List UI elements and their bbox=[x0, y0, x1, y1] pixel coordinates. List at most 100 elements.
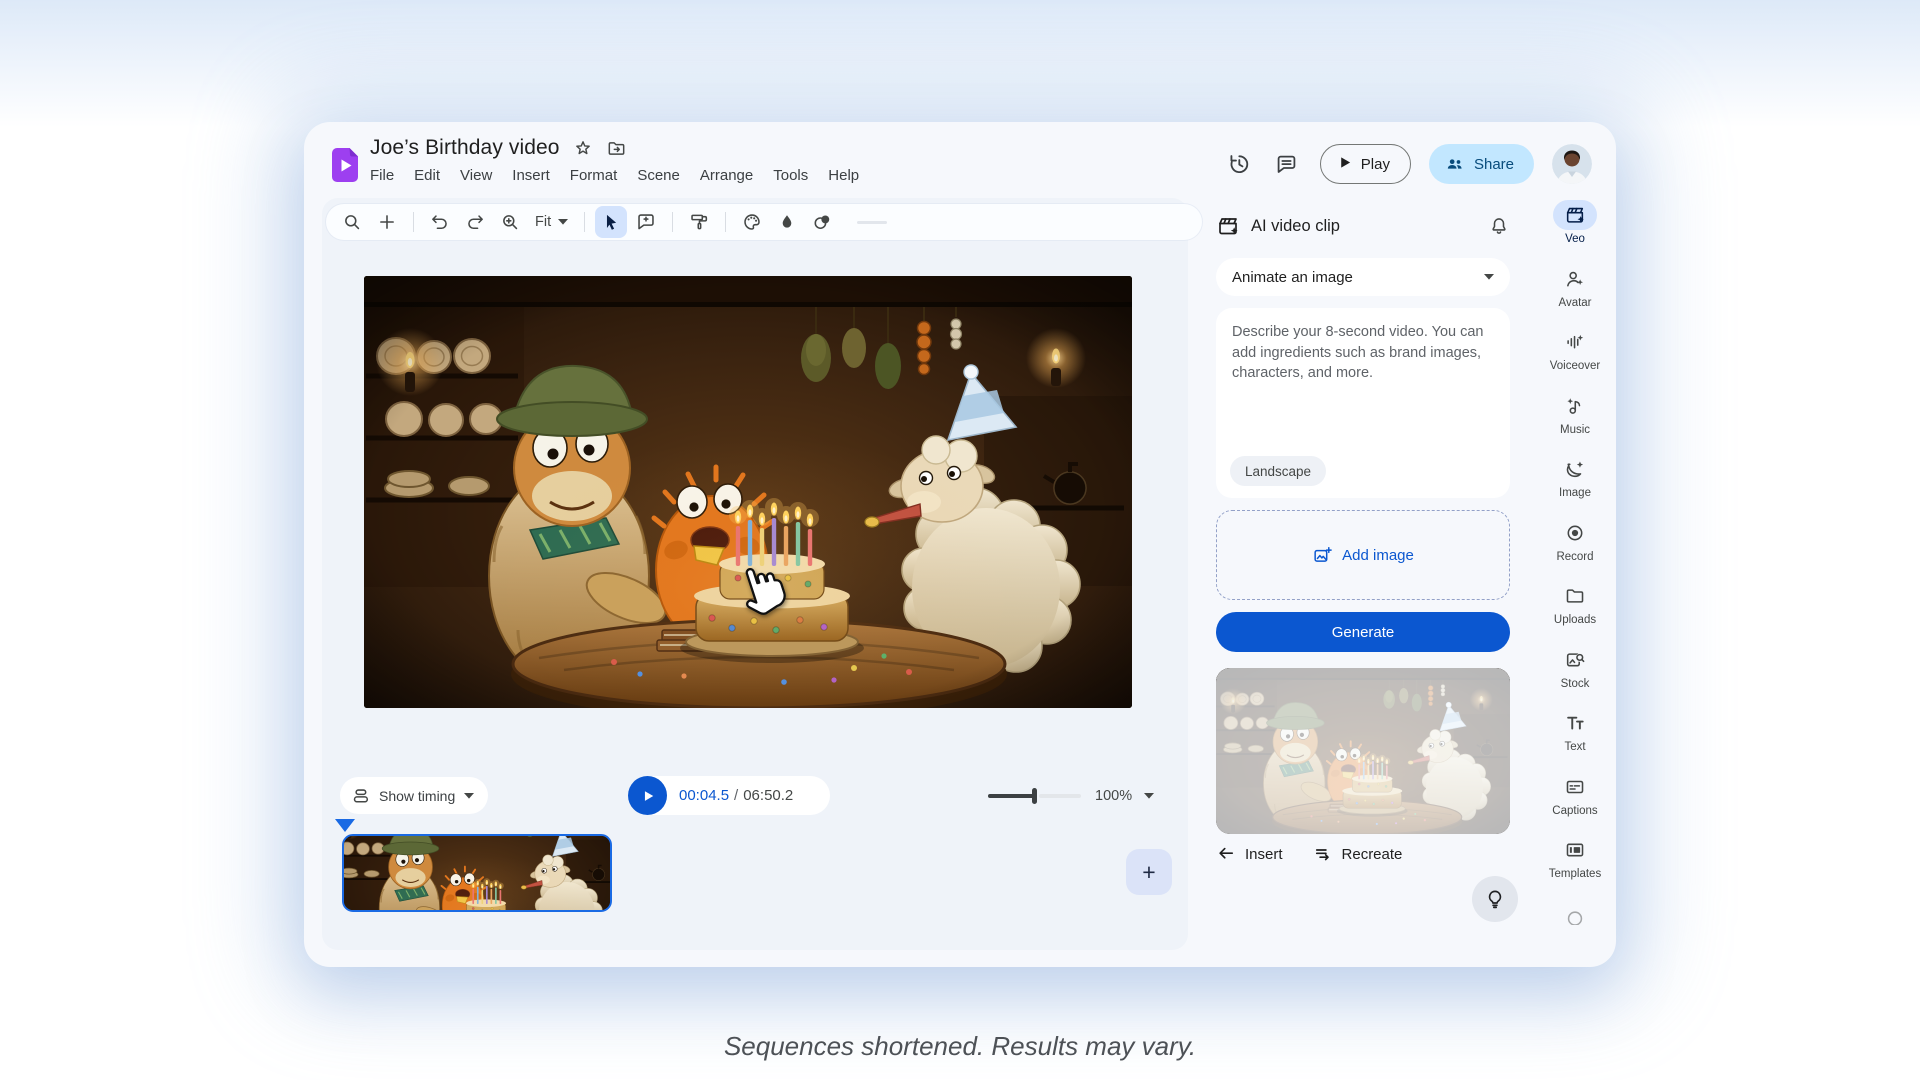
blend-opacity-icon[interactable] bbox=[806, 206, 838, 238]
move-to-folder-icon[interactable] bbox=[606, 138, 627, 159]
timing-list-icon bbox=[352, 787, 370, 805]
preview-actions: Insert Recreate bbox=[1216, 844, 1402, 864]
rail-item-image[interactable]: Image bbox=[1536, 454, 1614, 518]
prompt-input[interactable]: Describe your 8-second video. You can ad… bbox=[1216, 308, 1510, 498]
menu-view[interactable]: View bbox=[460, 167, 492, 184]
add-comment-icon[interactable] bbox=[630, 206, 662, 238]
total-time: 06:50.2 bbox=[743, 787, 793, 804]
video-frame bbox=[364, 276, 1132, 708]
menu-scene[interactable]: Scene bbox=[637, 167, 680, 184]
timeline-zoom-controls: 100% bbox=[988, 776, 1154, 815]
select-tool-icon[interactable] bbox=[595, 206, 627, 238]
rail-item-veo[interactable]: Veo bbox=[1536, 200, 1614, 264]
add-image-button[interactable]: Add image bbox=[1306, 544, 1420, 567]
rail-item-avatar[interactable]: Avatar bbox=[1536, 264, 1614, 328]
format-paint-icon[interactable] bbox=[683, 206, 715, 238]
rail-item-uploads[interactable]: Uploads bbox=[1536, 581, 1614, 645]
add-scene-button[interactable]: + bbox=[1126, 849, 1172, 895]
menu-file[interactable]: File bbox=[370, 167, 394, 184]
play-triangle-icon bbox=[641, 789, 655, 803]
record-icon bbox=[1553, 518, 1597, 548]
page: Joe’s Birthday video File Edit View Inse… bbox=[0, 0, 1920, 1080]
music-note-sparkle-icon bbox=[1553, 391, 1597, 421]
header-actions: Play Share bbox=[1224, 144, 1592, 184]
time-separator: / bbox=[734, 787, 738, 804]
rail-item-partial-icon bbox=[1564, 903, 1586, 929]
menu-tools[interactable]: Tools bbox=[773, 167, 808, 184]
zoom-slider[interactable] bbox=[988, 776, 1081, 815]
image-banana-sparkle-icon bbox=[1553, 454, 1597, 484]
zoom-in-icon[interactable] bbox=[494, 206, 526, 238]
hand-cursor-icon bbox=[736, 554, 790, 618]
app-window: Joe’s Birthday video File Edit View Inse… bbox=[304, 122, 1616, 967]
chevron-down-icon bbox=[464, 793, 474, 799]
chevron-down-icon[interactable] bbox=[1144, 793, 1154, 799]
people-icon bbox=[1445, 154, 1465, 174]
show-timing-dropdown[interactable]: Show timing bbox=[340, 777, 488, 814]
play-button[interactable]: Play bbox=[1320, 144, 1411, 184]
play-triangle-icon bbox=[1337, 155, 1352, 174]
rail-item-stock[interactable]: Stock bbox=[1536, 645, 1614, 709]
generate-button[interactable]: Generate bbox=[1216, 612, 1510, 652]
notification-bell-icon[interactable] bbox=[1488, 215, 1510, 237]
menu-help[interactable]: Help bbox=[828, 167, 859, 184]
veo-clapper-sparkle-icon bbox=[1553, 200, 1597, 230]
mode-dropdown[interactable]: Animate an image bbox=[1216, 258, 1510, 296]
menu-arrange[interactable]: Arrange bbox=[700, 167, 753, 184]
menu-insert[interactable]: Insert bbox=[512, 167, 550, 184]
undo-icon[interactable] bbox=[424, 206, 456, 238]
theme-colors-icon[interactable] bbox=[736, 206, 768, 238]
menu-format[interactable]: Format bbox=[570, 167, 618, 184]
document-header: Joe’s Birthday video File Edit View Inse… bbox=[370, 132, 859, 184]
timeline-clip[interactable] bbox=[342, 834, 612, 912]
add-image-dropzone[interactable]: Add image bbox=[1216, 510, 1510, 600]
timeline-play-button[interactable] bbox=[628, 776, 667, 815]
insert-button[interactable]: Insert bbox=[1216, 844, 1283, 864]
recreate-arrow-icon bbox=[1313, 844, 1333, 864]
ink-drop-icon[interactable] bbox=[771, 206, 803, 238]
chevron-down-icon bbox=[1484, 274, 1494, 280]
redo-icon[interactable] bbox=[459, 206, 491, 238]
generated-preview[interactable] bbox=[1216, 668, 1510, 834]
star-icon[interactable] bbox=[573, 138, 593, 158]
time-display: 00:04.5 / 06:50.2 bbox=[679, 787, 793, 804]
menubar: File Edit View Insert Format Scene Arran… bbox=[370, 167, 859, 184]
toolbar: Fit bbox=[326, 204, 1202, 240]
clip-thumbnail bbox=[344, 836, 610, 910]
share-button[interactable]: Share bbox=[1429, 144, 1534, 184]
toolbar-overflow-dash bbox=[857, 221, 887, 224]
comments-button[interactable] bbox=[1272, 149, 1302, 179]
stock-image-search-icon bbox=[1553, 645, 1597, 675]
zoom-fit-dropdown[interactable]: Fit bbox=[529, 214, 574, 230]
panel-header: AI video clip bbox=[1216, 214, 1510, 238]
account-avatar[interactable] bbox=[1552, 144, 1592, 184]
playhead-marker[interactable] bbox=[335, 819, 355, 832]
rail-item-text[interactable]: Text bbox=[1536, 708, 1614, 772]
video-canvas[interactable] bbox=[364, 276, 1132, 708]
menu-edit[interactable]: Edit bbox=[414, 167, 440, 184]
footer-caption: Sequences shortened. Results may vary. bbox=[0, 1031, 1920, 1062]
back-arrow-icon bbox=[1216, 844, 1236, 864]
add-icon[interactable] bbox=[371, 206, 403, 238]
rail-item-captions[interactable]: Captions bbox=[1536, 772, 1614, 836]
rail-item-music[interactable]: Music bbox=[1536, 391, 1614, 455]
voiceover-waveform-icon bbox=[1553, 327, 1597, 357]
zoom-slider-track-filled bbox=[988, 794, 1034, 798]
toolbar-divider bbox=[725, 212, 726, 232]
preview-fade-overlay bbox=[1216, 668, 1510, 834]
rail-item-record[interactable]: Record bbox=[1536, 518, 1614, 582]
search-icon[interactable] bbox=[336, 206, 368, 238]
document-title[interactable]: Joe’s Birthday video bbox=[370, 136, 560, 160]
playback-pill: 00:04.5 / 06:50.2 bbox=[628, 776, 830, 815]
aspect-ratio-chip[interactable]: Landscape bbox=[1230, 456, 1326, 486]
captions-icon bbox=[1553, 772, 1597, 802]
toolbar-divider bbox=[672, 212, 673, 232]
tips-lightbulb-button[interactable] bbox=[1472, 876, 1518, 922]
rail-item-voiceover[interactable]: Voiceover bbox=[1536, 327, 1614, 391]
recreate-button[interactable]: Recreate bbox=[1313, 844, 1403, 864]
rail-item-templates[interactable]: Templates bbox=[1536, 835, 1614, 899]
zoom-slider-handle[interactable] bbox=[1032, 788, 1037, 804]
version-history-button[interactable] bbox=[1224, 149, 1254, 179]
current-time: 00:04.5 bbox=[679, 787, 729, 804]
toolbar-divider bbox=[584, 212, 585, 232]
